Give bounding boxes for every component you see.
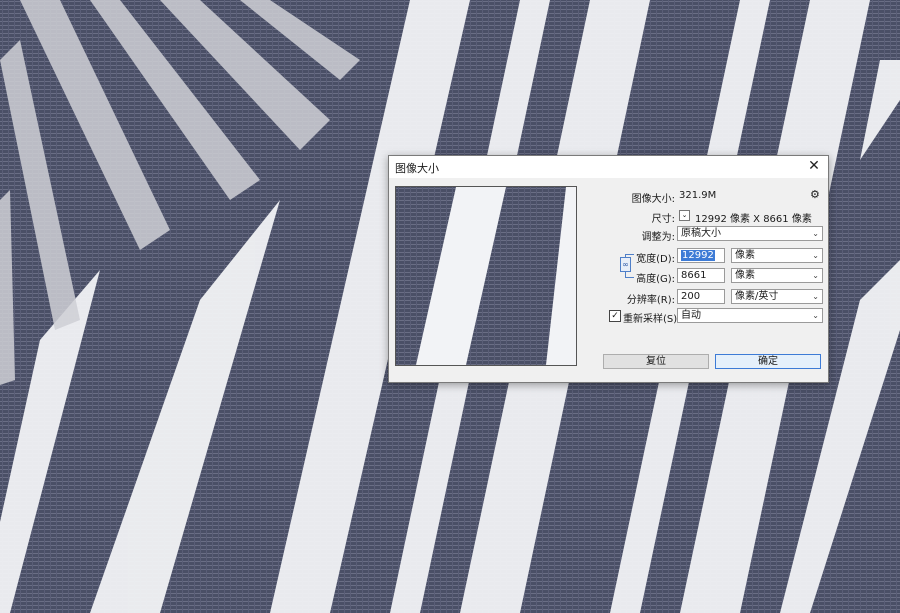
height-value: 8661	[681, 270, 707, 281]
dimensions-unit-dropdown[interactable]: ⌄	[679, 210, 690, 221]
resolution-input[interactable]: 200	[677, 289, 725, 304]
image-size-label: 图像大小:	[631, 194, 675, 205]
width-value: 12992	[681, 250, 715, 261]
resolution-label: 分辨率(R):	[626, 295, 675, 306]
width-unit-value: 像素	[735, 250, 755, 261]
chevron-down-icon: ⌄	[812, 271, 819, 280]
resolution-value: 200	[681, 291, 701, 302]
width-unit-select[interactable]: 像素 ⌄	[731, 248, 823, 263]
ok-button[interactable]: 确定	[715, 354, 821, 369]
fit-to-select[interactable]: 原稿大小 ⌄	[677, 226, 823, 241]
resample-select[interactable]: 自动 ⌄	[677, 308, 823, 323]
width-input[interactable]: 12992	[677, 248, 725, 263]
image-preview[interactable]	[395, 186, 577, 366]
height-input[interactable]: 8661	[677, 268, 725, 283]
height-unit-select[interactable]: 像素 ⌄	[731, 268, 823, 283]
image-size-value: 321.9M	[679, 190, 717, 201]
close-icon[interactable]: ✕	[806, 158, 822, 174]
height-unit-value: 像素	[735, 270, 755, 281]
dialog-title: 图像大小	[395, 162, 439, 175]
resolution-unit-value: 像素/英寸	[735, 291, 779, 302]
fit-to-value: 原稿大小	[681, 228, 721, 239]
image-size-dialog: 图像大小 ✕ 图像大小: 321.9M ⚙ 尺寸: ⌄ 12992 像素 X 8…	[388, 155, 829, 383]
dialog-titlebar[interactable]: 图像大小 ✕	[389, 156, 828, 178]
gear-icon[interactable]: ⚙	[810, 188, 820, 201]
height-label: 高度(G):	[636, 274, 675, 285]
reset-button[interactable]: 复位	[603, 354, 709, 369]
chevron-down-icon: ⌄	[681, 211, 688, 219]
resample-checkbox[interactable]: ✓	[609, 310, 621, 322]
resample-value: 自动	[681, 310, 701, 321]
width-label: 宽度(D):	[636, 254, 675, 265]
resolution-unit-select[interactable]: 像素/英寸 ⌄	[731, 289, 823, 304]
fit-to-label: 调整为:	[641, 232, 675, 243]
chevron-down-icon: ⌄	[812, 292, 819, 301]
preview-texture	[396, 187, 576, 365]
dimensions-label: 尺寸:	[651, 214, 675, 225]
chevron-down-icon: ⌄	[812, 229, 819, 238]
dimensions-value: 12992 像素 X 8661 像素	[695, 214, 812, 225]
chevron-down-icon: ⌄	[812, 251, 819, 260]
resample-label: 重新采样(S):	[623, 314, 681, 325]
check-icon: ✓	[611, 311, 619, 321]
chevron-down-icon: ⌄	[812, 311, 819, 320]
